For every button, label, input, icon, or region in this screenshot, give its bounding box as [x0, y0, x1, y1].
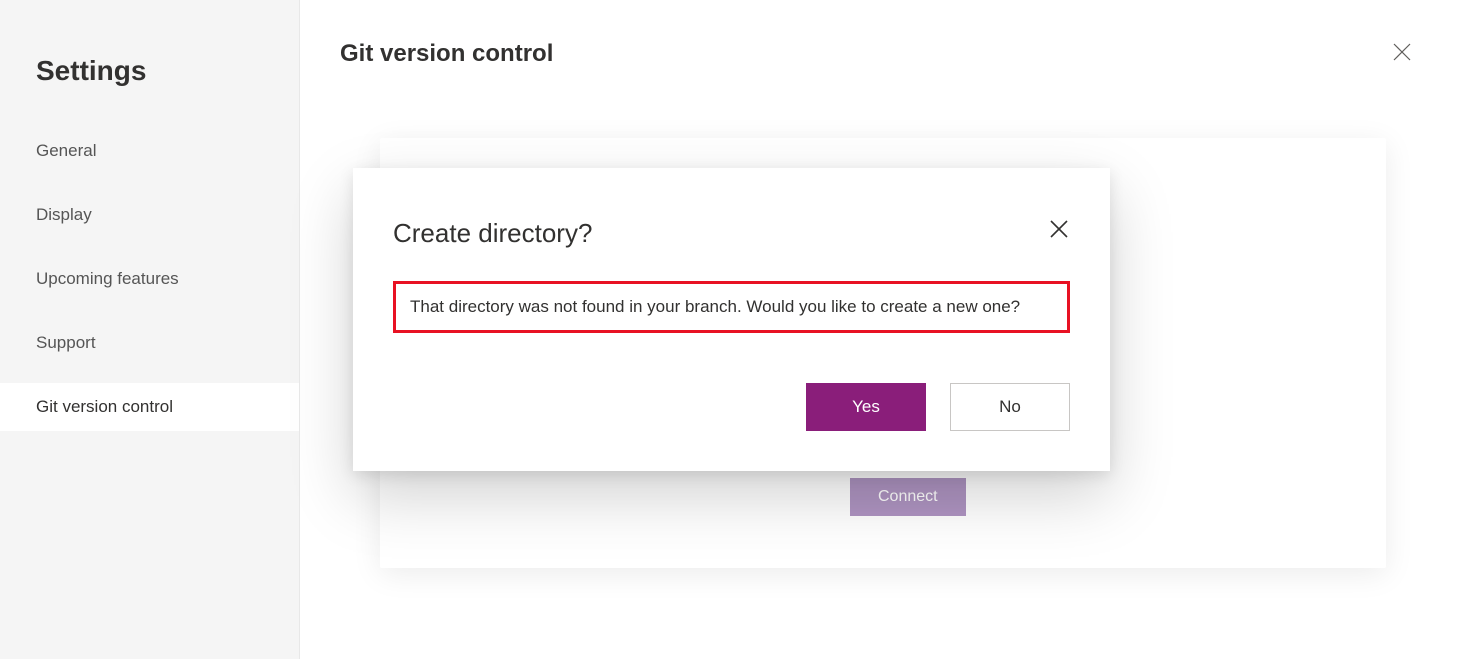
settings-sidebar: Settings General Display Upcoming featur…: [0, 0, 300, 659]
settings-title: Settings: [0, 55, 299, 127]
dialog-title: Create directory?: [393, 218, 592, 249]
sidebar-item-support[interactable]: Support: [0, 319, 299, 367]
close-icon: [1049, 219, 1069, 239]
create-directory-dialog: Create directory? That directory was not…: [353, 168, 1110, 471]
close-panel-button[interactable]: [1390, 40, 1414, 64]
dialog-header: Create directory?: [393, 218, 1070, 249]
sidebar-item-git-version-control[interactable]: Git version control: [0, 383, 299, 431]
sidebar-item-label: General: [36, 141, 96, 160]
sidebar-item-general[interactable]: General: [0, 127, 299, 175]
dialog-body-highlight: That directory was not found in your bra…: [393, 281, 1070, 333]
sidebar-item-display[interactable]: Display: [0, 191, 299, 239]
sidebar-item-label: Display: [36, 205, 92, 224]
yes-button[interactable]: Yes: [806, 383, 926, 431]
close-icon: [1393, 43, 1411, 61]
connect-button[interactable]: Connect: [850, 478, 966, 516]
main-header: Git version control: [340, 40, 1426, 68]
dialog-footer: Yes No: [393, 383, 1070, 431]
dialog-body-text: That directory was not found in your bra…: [410, 294, 1053, 320]
sidebar-item-upcoming-features[interactable]: Upcoming features: [0, 255, 299, 303]
page-title: Git version control: [340, 40, 553, 68]
sidebar-item-label: Support: [36, 333, 96, 352]
no-button[interactable]: No: [950, 383, 1070, 431]
sidebar-item-label: Upcoming features: [36, 269, 179, 288]
dialog-close-button[interactable]: [1048, 218, 1070, 240]
sidebar-item-label: Git version control: [36, 397, 173, 416]
